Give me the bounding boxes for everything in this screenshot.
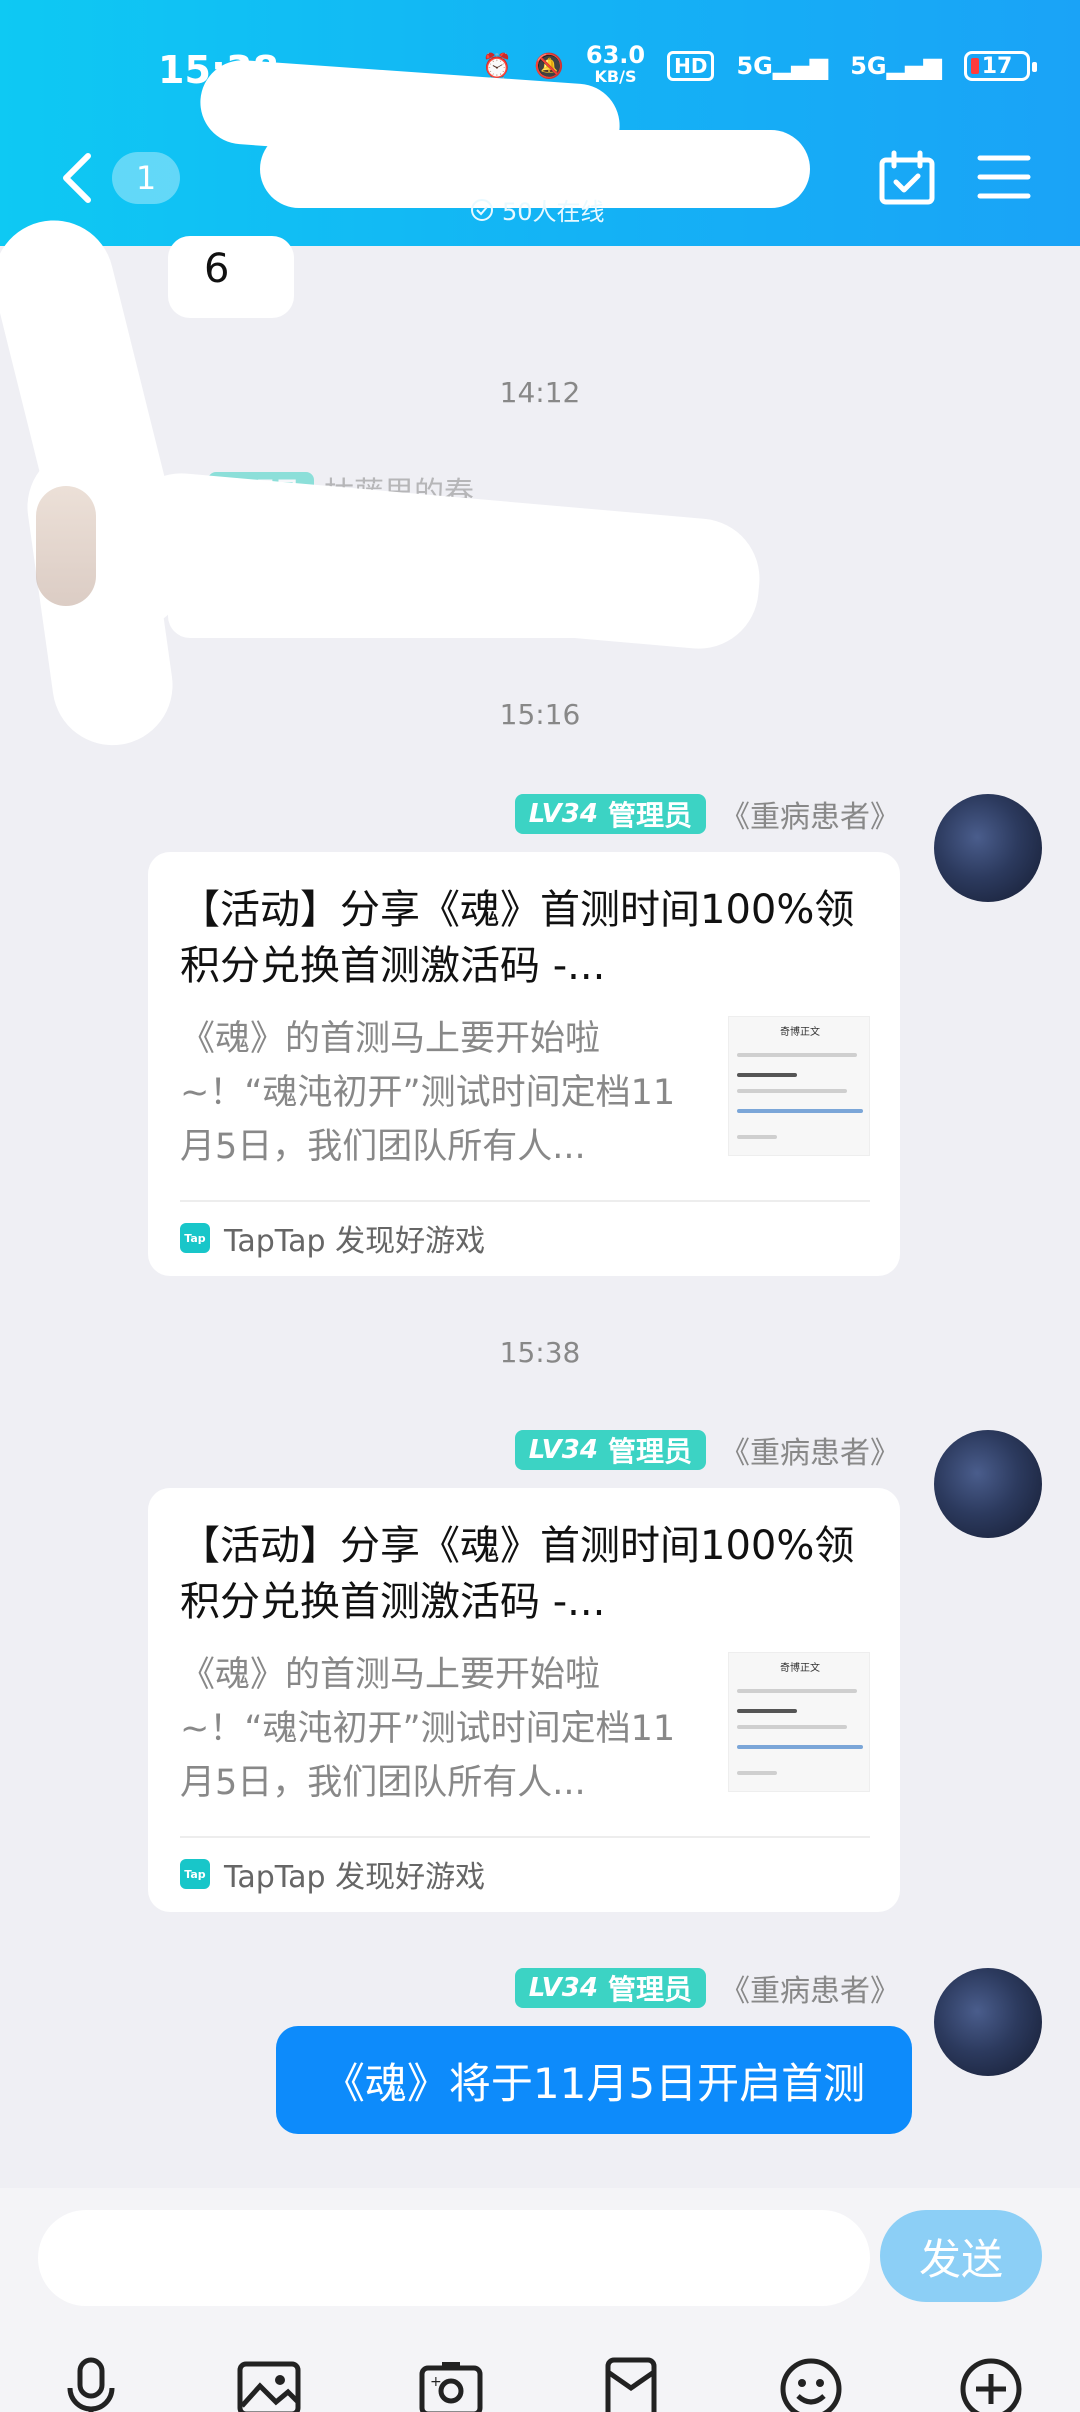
divider: [180, 1836, 870, 1838]
online-count: 50人在线: [470, 192, 605, 227]
image-icon[interactable]: [236, 2356, 302, 2412]
timestamp: 15:38: [499, 1336, 581, 1369]
share-source: Tap TapTap 发现好游戏: [180, 1852, 485, 1896]
level-badge: LV34 管理员: [514, 1968, 706, 2008]
calendar-check-icon: [879, 150, 935, 205]
message-bubble[interactable]: 《魂》将于11月5日开启首测: [276, 2026, 912, 2134]
timestamp: 14:12: [499, 376, 581, 409]
check-circle-icon: [471, 198, 493, 221]
microphone-icon[interactable]: [58, 2356, 124, 2412]
input-bar: 发送 +: [0, 2188, 1080, 2412]
chevron-left-icon: [63, 153, 91, 203]
avatar[interactable]: [934, 1968, 1042, 2076]
divider: [180, 1200, 870, 1202]
message-list[interactable]: 6 14:12 管理员 枯藤里的春 15:16 LV34管理员 《重病患者》 【…: [0, 207, 1080, 2188]
timestamp: 15:16: [499, 698, 581, 731]
mute-icon: 🔕: [533, 52, 564, 80]
back-button[interactable]: [50, 148, 106, 208]
send-button[interactable]: 发送: [880, 2210, 1042, 2302]
chat-header: 15:38 ⏰ 🔕 63.0 KB/S HD 5G▂▄▆ 5G▂▄▆ 17 1 …: [0, 0, 1080, 246]
level-badge: LV34 管理员: [514, 1430, 706, 1470]
share-title: 【活动】分享《魂》首测时间100%领积分兑换首测激活码 -...: [180, 1523, 855, 1625]
share-title: 【活动】分享《魂》首测时间100%领积分兑换首测激活码 -...: [180, 887, 855, 989]
taptap-icon: Tap: [180, 1223, 210, 1253]
unread-count-badge[interactable]: 1: [112, 152, 180, 204]
redpacket-icon[interactable]: [598, 2356, 664, 2412]
message-bubble[interactable]: 6: [168, 236, 294, 318]
emoji-icon[interactable]: [778, 2356, 844, 2412]
sender-row: LV34 管理员 《重病患者》: [514, 1966, 900, 2010]
taptap-icon: Tap: [180, 1859, 210, 1889]
hamburger-menu-icon: [977, 155, 1031, 199]
hd-icon: HD: [667, 51, 715, 81]
battery-icon: 17: [964, 51, 1037, 81]
sender-row: LV34 管理员 《重病患者》: [514, 792, 900, 836]
avatar[interactable]: [36, 486, 96, 606]
camera-icon[interactable]: +: [418, 2356, 484, 2412]
share-card[interactable]: 【活动】分享《魂》首测时间100%领积分兑换首测激活码 -... 《魂》的首测马…: [148, 852, 900, 1276]
calendar-check-button[interactable]: [878, 150, 936, 206]
network-speed: 63.0 KB/S: [585, 41, 646, 86]
signal-2: 5G▂▄▆: [850, 52, 942, 80]
svg-text:+: +: [430, 2374, 442, 2390]
share-source: Tap TapTap 发现好游戏: [180, 1216, 485, 1260]
level-badge: LV34 管理员: [514, 794, 706, 834]
plus-icon[interactable]: [958, 2356, 1024, 2412]
share-thumbnail: 奇博正文: [728, 1652, 870, 1792]
status-icons: ⏰ 🔕 63.0 KB/S HD 5G▂▄▆ 5G▂▄▆ 17: [482, 41, 1037, 88]
share-thumbnail: 奇博正文: [728, 1016, 870, 1156]
signal-1: 5G▂▄▆: [736, 52, 829, 80]
alarm-icon: ⏰: [482, 52, 512, 80]
menu-button[interactable]: [976, 152, 1032, 202]
sender-row: LV34 管理员 《重病患者》: [514, 1428, 900, 1472]
share-description: 《魂》的首测马上要开始啦~！“魂沌初开”测试时间定档11月5日，我们团队所有人.…: [180, 1019, 676, 1167]
avatar[interactable]: [934, 1430, 1042, 1538]
avatar[interactable]: [934, 794, 1042, 902]
share-card[interactable]: 【活动】分享《魂》首测时间100%领积分兑换首测激活码 -... 《魂》的首测马…: [148, 1488, 900, 1912]
share-description: 《魂》的首测马上要开始啦~！“魂沌初开”测试时间定档11月5日，我们团队所有人.…: [180, 1655, 676, 1803]
message-input[interactable]: [38, 2210, 870, 2306]
